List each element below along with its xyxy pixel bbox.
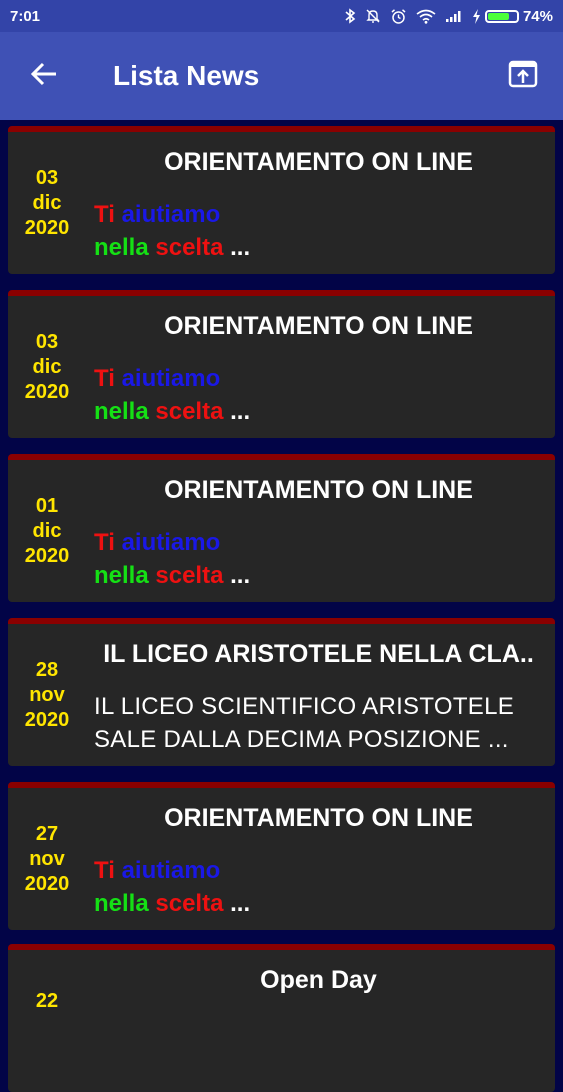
news-preview: Ti aiutiamo nella scelta ... [94,362,541,428]
share-button[interactable] [483,32,563,120]
preview-word: Ti [94,529,115,556]
news-item[interactable]: 27 nov 2020 ORIENTAMENTO ON LINE Ti aiut… [8,782,555,930]
date-month: nov [29,847,65,870]
news-title: ORIENTAMENTO ON LINE [164,148,473,176]
date-month: dic [32,355,62,378]
date-day: 01 [35,494,59,517]
bluetooth-icon [344,8,356,24]
news-item[interactable]: 22 Open Day [8,944,555,1092]
news-date: 01 dic 2020 [8,460,86,602]
wifi-icon [416,9,436,24]
status-icons: 74% [344,8,553,25]
news-preview: Ti aiutiamo nella scelta ... [94,854,541,920]
date-year: 2020 [24,216,70,239]
preview-word: aiutiamo [121,529,221,556]
signal-icon [445,9,463,23]
date-year: 2020 [24,872,70,895]
date-day: 28 [35,658,59,681]
alarm-icon [390,8,407,25]
news-date: 03 dic 2020 [8,296,86,438]
preview-ellipsis: ... [230,890,251,917]
date-day: 27 [35,822,59,845]
preview-ellipsis: ... [230,398,251,425]
preview-word: Ti [94,365,115,392]
page-title: Lista News [113,60,260,91]
battery-percent: 74% [522,7,553,25]
preview-word: aiutiamo [121,201,221,228]
preview-word: nella [94,562,149,589]
preview-word: scelta [155,890,224,917]
preview-word: scelta [155,398,224,425]
preview-word: scelta [155,562,224,589]
news-item[interactable]: 03 dic 2020 ORIENTAMENTO ON LINE Ti aiut… [8,126,555,274]
date-month: nov [29,683,65,706]
news-preview: Ti aiutiamo nella scelta ... [94,198,541,264]
date-month: dic [32,191,62,214]
preview-word: nella [94,398,149,425]
battery-indicator: 74% [472,8,553,25]
news-title: ORIENTAMENTO ON LINE [164,312,473,340]
date-day: 03 [35,330,59,353]
news-date: 28 nov 2020 [8,624,86,766]
back-button[interactable] [0,32,88,120]
date-year: 2020 [24,380,70,403]
news-title: Open Day [260,966,377,994]
news-date: 03 dic 2020 [8,132,86,274]
preview-word: nella [94,234,149,261]
preview-word: Ti [94,857,115,884]
preview-word: aiutiamo [121,365,221,392]
charging-icon [472,8,481,24]
status-bar: 7:01 74% [0,0,563,32]
news-item[interactable]: 03 dic 2020 ORIENTAMENTO ON LINE Ti aiut… [8,290,555,438]
news-preview: IL LICEO SCIENTIFICO ARISTOTELE SALE DAL… [94,690,541,756]
date-day: 22 [35,990,59,1012]
news-item[interactable]: 01 dic 2020 ORIENTAMENTO ON LINE Ti aiut… [8,454,555,602]
news-preview: Ti aiutiamo nella scelta ... [94,526,541,592]
news-item[interactable]: 28 nov 2020 IL LICEO ARISTOTELE NELLA CL… [8,618,555,766]
news-date: 27 nov 2020 [8,788,86,930]
date-year: 2020 [24,708,70,731]
preview-word: scelta [155,234,224,261]
news-date: 22 [8,950,86,1092]
date-year: 2020 [24,544,70,567]
preview-line: SALE DALLA DECIMA POSIZIONE ... [94,726,509,753]
app-bar: Lista News [0,32,563,120]
news-title: ORIENTAMENTO ON LINE [164,804,473,832]
preview-ellipsis: ... [230,234,251,261]
battery-level-fill [487,12,509,20]
news-title: ORIENTAMENTO ON LINE [164,476,473,504]
status-time: 7:01 [10,7,41,25]
date-month: dic [32,519,62,542]
battery-icon [484,9,519,23]
preview-word: Ti [94,201,115,228]
preview-word: aiutiamo [121,857,221,884]
news-title: IL LICEO ARISTOTELE NELLA CLA.. [103,640,534,668]
date-day: 03 [35,166,59,189]
mute-icon [365,8,381,24]
share-icon [508,60,538,93]
preview-ellipsis: ... [230,562,251,589]
preview-word: nella [94,890,149,917]
arrow-left-icon [30,62,58,91]
preview-line: IL LICEO SCIENTIFICO ARISTOTELE [94,693,515,720]
